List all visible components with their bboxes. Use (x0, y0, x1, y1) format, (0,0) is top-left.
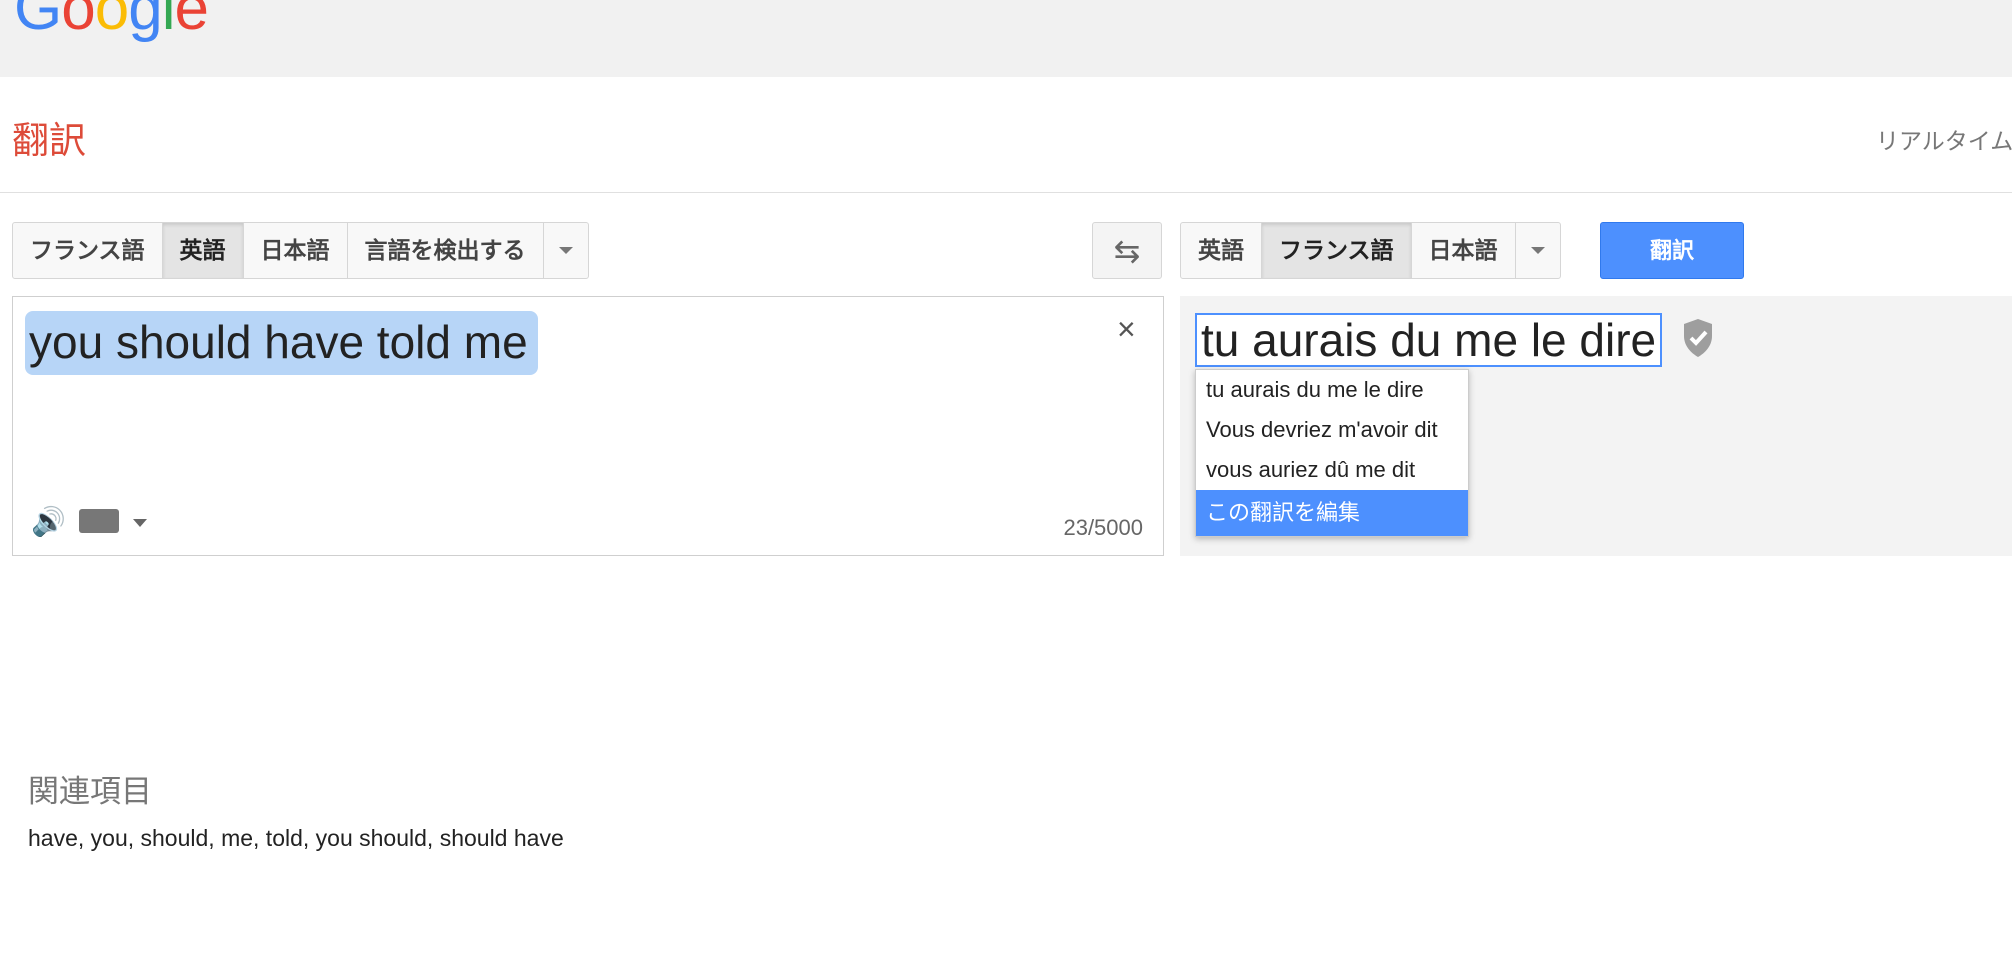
source-lang-english[interactable]: 英語 (162, 223, 244, 278)
char-counter: 23/5000 (1063, 515, 1143, 540)
source-lang-japanese[interactable]: 日本語 (244, 223, 348, 278)
keyboard-icon[interactable] (79, 509, 119, 533)
chevron-down-icon (558, 247, 573, 254)
translation-text[interactable]: tu aurais du me le dire (1195, 313, 1663, 367)
page-title: 翻訳 (12, 120, 86, 161)
chevron-down-icon (1530, 247, 1545, 254)
verified-shield-icon[interactable] (1682, 318, 1714, 358)
alternative-option[interactable]: tu aurais du me le dire (1196, 370, 1468, 410)
target-lang-japanese[interactable]: 日本語 (1412, 223, 1516, 278)
target-lang-french[interactable]: フランス語 (1262, 223, 1412, 278)
swap-arrows-icon: ⇆ (1113, 232, 1141, 269)
swap-languages-button[interactable]: ⇆ (1092, 222, 1162, 279)
target-lang-english[interactable]: 英語 (1181, 223, 1262, 278)
realtime-link[interactable]: リアルタイム (1876, 122, 2012, 156)
google-logo[interactable]: Google (14, 0, 209, 40)
alternative-option[interactable]: vous auriez dû me dit (1196, 450, 1468, 490)
top-bar: Google (0, 0, 2012, 77)
related-title: 関連項目 (28, 774, 152, 809)
translate-button[interactable]: 翻訳 (1600, 222, 1744, 279)
source-lang-detect[interactable]: 言語を検出する (348, 223, 544, 278)
clear-icon[interactable]: × (1117, 311, 1136, 348)
alternative-option[interactable]: Vous devriez m'avoir dit (1196, 410, 1468, 450)
edit-translation-option[interactable]: この翻訳を編集 (1196, 490, 1468, 536)
source-text[interactable]: you should have told me (25, 311, 538, 375)
source-lang-dropdown[interactable] (544, 223, 588, 278)
related-words: have, you, should, me, told, you should,… (28, 825, 564, 851)
keyboard-chevron-down-icon[interactable] (133, 519, 147, 527)
speaker-icon[interactable]: 🔊 (31, 505, 66, 538)
target-lang-dropdown[interactable] (1516, 223, 1560, 278)
source-text-box[interactable]: you should have told me × 🔊 23/5000 (12, 296, 1164, 556)
target-language-bar: 英語 フランス語 日本語 (1180, 222, 1561, 279)
source-language-bar: フランス語 英語 日本語 言語を検出する (12, 222, 589, 279)
title-band (0, 77, 2012, 193)
alternatives-menu: tu aurais du me le dire Vous devriez m'a… (1195, 369, 1469, 537)
source-lang-french[interactable]: フランス語 (13, 223, 163, 278)
